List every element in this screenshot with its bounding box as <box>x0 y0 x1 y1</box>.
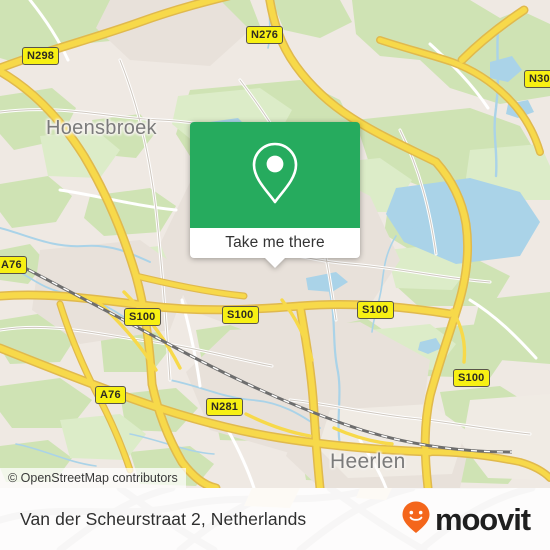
place-label: Hoensbroek <box>46 117 157 139</box>
take-me-there-label: Take me there <box>225 234 325 251</box>
moovit-map-screenshot: Hoensbroek Heerlen N298 N276 N300 A76 S1… <box>0 0 550 550</box>
road-shield-a76[interactable]: A76 <box>0 256 27 274</box>
callout-body[interactable]: Take me there <box>190 228 360 268</box>
road-shield-a76[interactable]: A76 <box>95 386 126 404</box>
footer-bar: Van der Scheurstraat 2, Netherlands moov… <box>0 488 550 550</box>
moovit-logo[interactable]: moovit <box>401 488 531 550</box>
callout-tail <box>264 257 286 268</box>
destination-callout[interactable]: Take me there <box>190 122 360 268</box>
road-shield-s100[interactable]: S100 <box>357 301 394 319</box>
moovit-pin-icon <box>401 500 431 539</box>
road-shield-n298[interactable]: N298 <box>22 47 60 65</box>
road-shield-s100[interactable]: S100 <box>453 369 490 387</box>
moovit-wordmark: moovit <box>434 501 531 537</box>
callout-header <box>190 122 360 228</box>
road-shield-n300[interactable]: N300 <box>524 70 550 88</box>
map-pin-icon <box>248 140 302 211</box>
map-attribution[interactable]: © OpenStreetMap contributors <box>0 468 186 488</box>
road-shield-s100[interactable]: S100 <box>222 306 259 324</box>
road-shield-n281[interactable]: N281 <box>206 398 244 416</box>
road-shield-n276[interactable]: N276 <box>246 26 284 44</box>
road-shield-s100[interactable]: S100 <box>124 308 161 326</box>
place-label: Heerlen <box>330 450 406 473</box>
map-canvas[interactable]: Hoensbroek Heerlen N298 N276 N300 A76 S1… <box>0 0 550 488</box>
address-label: Van der Scheurstraat 2, Netherlands <box>20 509 307 529</box>
